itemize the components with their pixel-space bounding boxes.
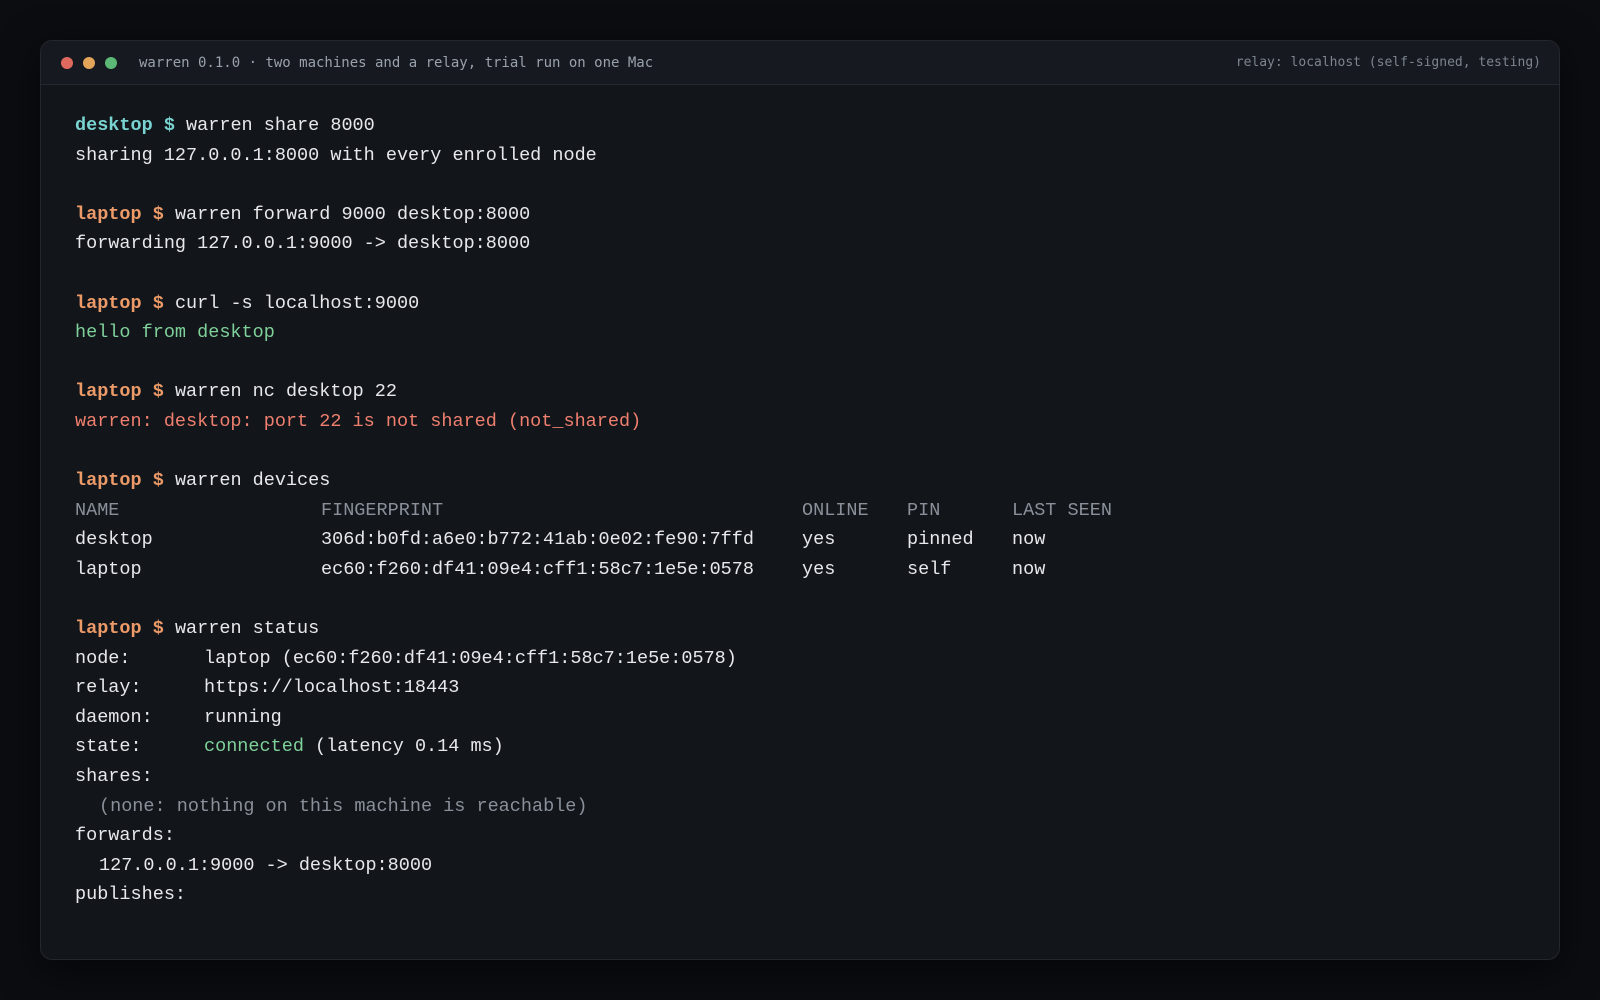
output-line: forwarding 127.0.0.1:9000 -> desktop:800… <box>75 233 531 255</box>
status-shares-value: (none: nothing on this machine is reacha… <box>99 795 588 817</box>
header-pin: PIN <box>907 499 941 521</box>
success-output-line: hello from desktop <box>75 322 275 344</box>
close-window-icon[interactable] <box>61 56 73 69</box>
laptop-prompt: laptop $ <box>75 203 164 225</box>
output-line: sharing 127.0.0.1:8000 with every enroll… <box>75 144 597 166</box>
maximize-window-icon[interactable] <box>105 56 117 69</box>
device-pin: self <box>907 558 952 580</box>
laptop-prompt: laptop $ <box>75 470 164 492</box>
device-last-seen: now <box>1012 529 1046 551</box>
status-relay: relay: https://localhost:18443 <box>75 673 1525 703</box>
device-fingerprint: ec60:f260:df41:09e4:cff1:58c7:1e5e:0578 <box>321 558 754 580</box>
table-row: desktop 306d:b0fd:a6e0:b772:41ab:0e02:fe… <box>75 525 1525 555</box>
status-value: running <box>204 706 282 728</box>
state-latency: (latency 0.14 ms) <box>303 736 504 758</box>
desktop-prompt: desktop $ <box>75 115 175 136</box>
window-controls <box>61 56 117 69</box>
header-name: NAME <box>75 499 120 521</box>
device-pin: pinned <box>907 529 974 551</box>
status-value: laptop (ec60:f260:df41:09e4:cff1:58c7:1e… <box>204 647 737 669</box>
command-line: laptop $ warren nc desktop 22 <box>75 377 1525 407</box>
status-shares-key: shares: <box>75 766 153 788</box>
laptop-prompt: laptop $ <box>75 292 164 314</box>
minimize-window-icon[interactable] <box>83 56 95 69</box>
command-text: warren forward 9000 desktop:8000 <box>174 203 531 225</box>
device-name: laptop <box>75 558 142 580</box>
command-text: curl -s localhost:9000 <box>174 292 420 314</box>
device-online: yes <box>802 558 836 580</box>
status-key: daemon: <box>75 706 153 728</box>
status-key: relay: <box>75 677 142 699</box>
device-fingerprint: 306d:b0fd:a6e0:b772:41ab:0e02:fe90:7ffd <box>321 529 754 551</box>
command-text: warren status <box>174 618 320 640</box>
status-value: https://localhost:18443 <box>204 677 460 699</box>
command-text: warren nc desktop 22 <box>174 381 397 403</box>
command-line: laptop $ curl -s localhost:9000 <box>75 289 1525 319</box>
status-state: state: connected (latency 0.14 ms) <box>75 732 1525 762</box>
header-last-seen: LAST SEEN <box>1012 499 1112 521</box>
window-title: warren 0.1.0 · two machines and a relay,… <box>139 54 654 71</box>
terminal-output[interactable]: desktop $ warren share 8000 sharing 127.… <box>41 85 1559 910</box>
device-last-seen: now <box>1012 558 1046 580</box>
command-line: laptop $ warren forward 9000 desktop:800… <box>75 200 1525 230</box>
header-fingerprint: FINGERPRINT <box>321 499 444 521</box>
state-connected: connected <box>204 736 304 758</box>
status-node: node: laptop (ec60:f260:df41:09e4:cff1:5… <box>75 644 1525 674</box>
device-online: yes <box>802 529 836 551</box>
status-daemon: daemon: running <box>75 703 1525 733</box>
title-bar: warren 0.1.0 · two machines and a relay,… <box>41 41 1559 85</box>
table-row: laptop ec60:f260:df41:09e4:cff1:58c7:1e5… <box>75 555 1525 585</box>
error-output-line: warren: desktop: port 22 is not shared (… <box>75 410 642 432</box>
header-online: ONLINE <box>802 499 869 521</box>
device-name: desktop <box>75 529 153 551</box>
laptop-prompt: laptop $ <box>75 618 164 640</box>
laptop-prompt: laptop $ <box>75 381 164 403</box>
terminal-window: warren 0.1.0 · two machines and a relay,… <box>40 40 1560 960</box>
status-forwards-key: forwards: <box>75 825 175 847</box>
command-text: warren devices <box>174 470 331 492</box>
status-publishes-key: publishes: <box>75 884 187 906</box>
status-key: state: <box>75 736 142 758</box>
relay-note: relay: localhost (self-signed, testing) <box>1235 55 1541 70</box>
command-text: warren share 8000 <box>186 115 375 136</box>
devices-table-header: NAME FINGERPRINT ONLINE PIN LAST SEEN <box>75 496 1525 526</box>
command-line: desktop $ warren share 8000 <box>75 111 1525 141</box>
status-key: node: <box>75 647 131 669</box>
status-forwards-value: 127.0.0.1:9000 -> desktop:8000 <box>99 854 433 876</box>
command-line: laptop $ warren status <box>75 614 1525 644</box>
command-line: laptop $ warren devices <box>75 466 1525 496</box>
